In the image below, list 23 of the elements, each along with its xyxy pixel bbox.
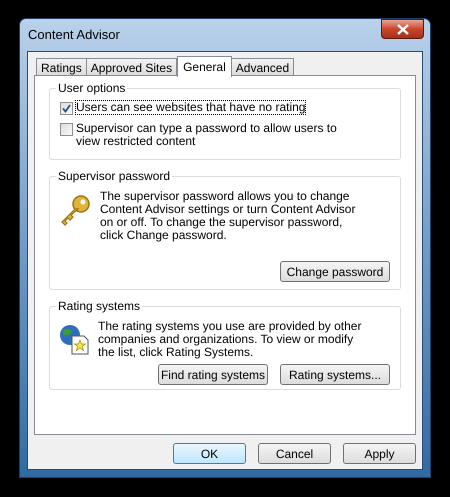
description-text: The supervisor password allows you to change Content Advisor settings or turn Content Advisor on or off. To change the supervisor password, click Change password. (100, 190, 356, 242)
checkbox[interactable] (60, 102, 73, 115)
group-title: Rating systems (56, 299, 142, 313)
push-button[interactable]: Change password (280, 261, 390, 282)
group-title: User options (56, 81, 128, 95)
close-button[interactable] (381, 19, 424, 39)
tab[interactable]: Ratings (36, 58, 87, 76)
push-button[interactable]: Apply (343, 443, 416, 464)
push-button[interactable]: Cancel (258, 443, 331, 464)
tab[interactable]: Approved Sites (86, 58, 178, 76)
globe-document-icon (58, 323, 90, 355)
checkbox-label[interactable]: Supervisor can type a password to allow users to view restricted content (76, 122, 341, 148)
window-title: Content Advisor (27, 26, 120, 44)
close-icon (396, 24, 408, 34)
description-text: The rating systems you use are provided by other companies and organizations. To view or modify the list, click Rating Systems. (98, 320, 362, 359)
checkbox-label[interactable]: Users can see websites that have no rating (76, 101, 306, 114)
checkbox[interactable] (60, 123, 73, 136)
group-title: Supervisor password (56, 169, 172, 183)
push-button[interactable]: OK (173, 443, 246, 464)
push-button[interactable]: Rating systems... (280, 364, 390, 385)
push-button[interactable]: Find rating systems (158, 364, 268, 385)
tab[interactable]: General (177, 56, 232, 77)
tab[interactable]: Advanced (230, 58, 294, 76)
